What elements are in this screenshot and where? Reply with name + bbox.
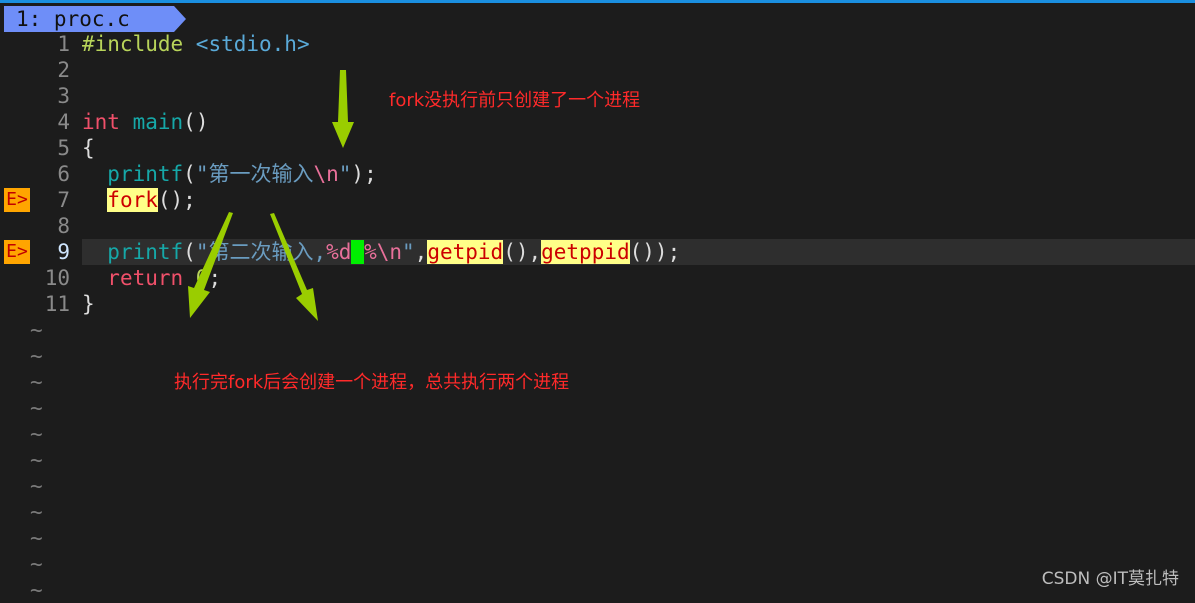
- arrow-down-icon: [332, 70, 354, 148]
- arrow-right-branch-icon: [270, 213, 318, 321]
- annotation-arrows: [188, 70, 354, 321]
- watermark: CSDN @IT莫扎特: [1041, 569, 1179, 589]
- arrow-left-branch-icon: [188, 212, 233, 318]
